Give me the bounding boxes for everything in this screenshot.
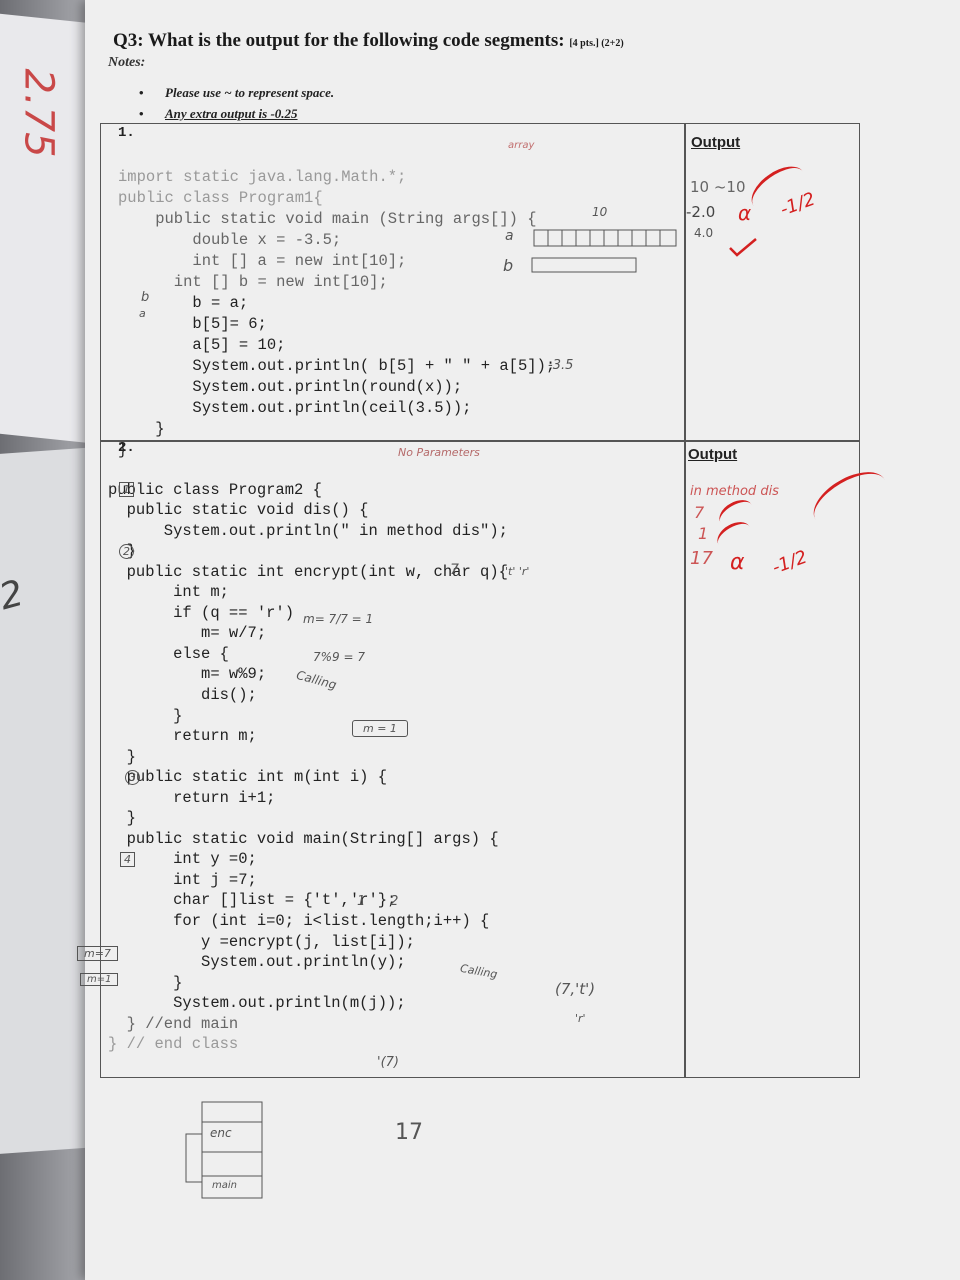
code-line: int y =0;	[108, 850, 257, 869]
check-mark-icon	[729, 238, 757, 257]
code-line: a[5] = 10;	[118, 336, 286, 354]
part2-wrong-mark: α	[730, 550, 745, 575]
annotation-calc1: m= 7/7 = 1	[303, 612, 374, 626]
code-line: }	[108, 706, 183, 725]
part2-output-label: Output	[688, 446, 738, 463]
stack-frame-top: enc	[210, 1126, 232, 1140]
code-line: public static void main (String args[]) …	[118, 210, 537, 228]
annotation-left-m7: m=7	[77, 946, 118, 961]
step-marker: 1	[119, 482, 134, 497]
code-line: int [] a = new int[10];	[118, 252, 407, 270]
code-line: public static void dis() {	[108, 501, 369, 520]
annotation-seven: 7	[450, 562, 459, 578]
annotation-arr-a: a	[505, 228, 514, 244]
part1-output-label: Output	[691, 134, 741, 151]
annotation-big-17: 17	[395, 1120, 423, 1145]
part1-answer-line: 4.0	[694, 226, 714, 240]
code-line: else {	[108, 644, 229, 663]
code-line: }	[118, 420, 165, 438]
code-line: System.out.println(m(j));	[108, 994, 406, 1013]
part2-code: public class Program2 { public static vo…	[108, 459, 508, 1075]
annotation-m7-call: '(7)	[377, 1055, 399, 1070]
code-line: System.out.println(ceil(3.5));	[118, 399, 472, 417]
code-line: }	[108, 542, 136, 561]
annotation-arr-b: b	[503, 256, 514, 275]
code-line: }	[118, 441, 128, 459]
code-line: return i+1;	[108, 788, 276, 807]
notes-label: Notes:	[108, 55, 146, 70]
code-line: }	[108, 747, 136, 766]
part1-code: import static java.lang.Math.*; public cl…	[118, 146, 555, 482]
annotation-args2: 'r'	[575, 1012, 586, 1025]
part1-number: 1.	[118, 125, 135, 141]
code-line: System.out.println(round(x));	[118, 378, 463, 396]
annotation-args: (7,'t')	[555, 980, 596, 998]
part2-answer-line: in method dis	[690, 484, 779, 499]
code-line: public static int encrypt(int w, char q)…	[108, 562, 508, 581]
hand-drawn-arrays	[531, 229, 677, 273]
step-marker: 2	[119, 544, 134, 559]
annotation-size: 10	[592, 205, 608, 219]
annotation-no-params: No Parameters	[398, 446, 480, 459]
code-line: import static java.lang.Math.*;	[118, 168, 407, 186]
code-line: public static void main(String[] args) {	[108, 829, 499, 848]
code-line: y =encrypt(j, list[i]);	[108, 932, 415, 951]
part2-answer-line: 7	[694, 503, 705, 522]
question-title-text: Q3: What is the output for the following…	[113, 30, 565, 51]
part2-answer-line: 1	[698, 524, 709, 543]
annotation-array: array	[508, 140, 535, 151]
annotation-round-result: -3.5	[548, 358, 574, 373]
annotation-t-r: 't' 'r'	[505, 565, 530, 578]
code-line: int j =7;	[108, 870, 257, 889]
code-line: b = a;	[118, 294, 249, 312]
step-marker: 4	[120, 852, 135, 867]
code-line: int [] b = new int[10];	[118, 273, 388, 291]
code-line: int m;	[108, 583, 229, 602]
code-line: }	[108, 973, 183, 992]
annotation-loop-idx: 1 2	[357, 894, 399, 909]
code-line: } //end main	[108, 1014, 239, 1033]
code-line: dis();	[108, 686, 257, 705]
code-line: public class Program2 {	[108, 480, 322, 499]
annotation-margin-a: a	[139, 307, 146, 320]
annotation-margin-b: b	[141, 290, 150, 305]
note-item: Any extra output is -0.25	[139, 106, 297, 122]
note-item: Please use ~ to represent space.	[139, 85, 334, 101]
part1-answer-line: 10 ~10	[690, 178, 746, 196]
code-line: m= w/7;	[108, 624, 267, 643]
code-line: }	[108, 809, 136, 828]
question-points: [4 pts.] (2+2)	[569, 38, 624, 49]
step-marker: 3	[125, 770, 140, 785]
part2-answer-line: 17	[690, 548, 713, 569]
table-divider-vertical	[684, 123, 686, 1078]
code-line: char []list = {'t','r'};	[108, 891, 397, 910]
code-line: System.out.println(" in method dis");	[108, 521, 508, 540]
code-line: public static int m(int i) {	[108, 768, 388, 787]
question-title: Q3: What is the output for the following…	[113, 30, 624, 52]
code-line: for (int i=0; i<list.length;i++) {	[108, 912, 490, 931]
stack-frame-bottom: main	[212, 1180, 237, 1191]
part1-wrong-mark: α	[738, 201, 752, 225]
code-line: return m;	[108, 727, 257, 746]
code-line: System.out.println( b[5] + " " + a[5]);	[118, 357, 556, 375]
code-line: } // end class	[108, 1035, 239, 1054]
annotation-left-m1: m=1	[80, 973, 119, 986]
code-line: System.out.println(y);	[108, 953, 406, 972]
margin-score-top: 2.75	[15, 68, 62, 158]
code-line: b[5]= 6;	[118, 315, 267, 333]
code-line: double x = -3.5;	[118, 231, 342, 249]
part2-number: 2.	[118, 440, 135, 456]
part1-answer-line: -2.0	[686, 203, 716, 221]
annotation-m-eq-1: m = 1	[352, 720, 408, 737]
code-line: public class Program1{	[118, 189, 323, 207]
annotation-calc2: 7%9 = 7	[313, 650, 365, 664]
